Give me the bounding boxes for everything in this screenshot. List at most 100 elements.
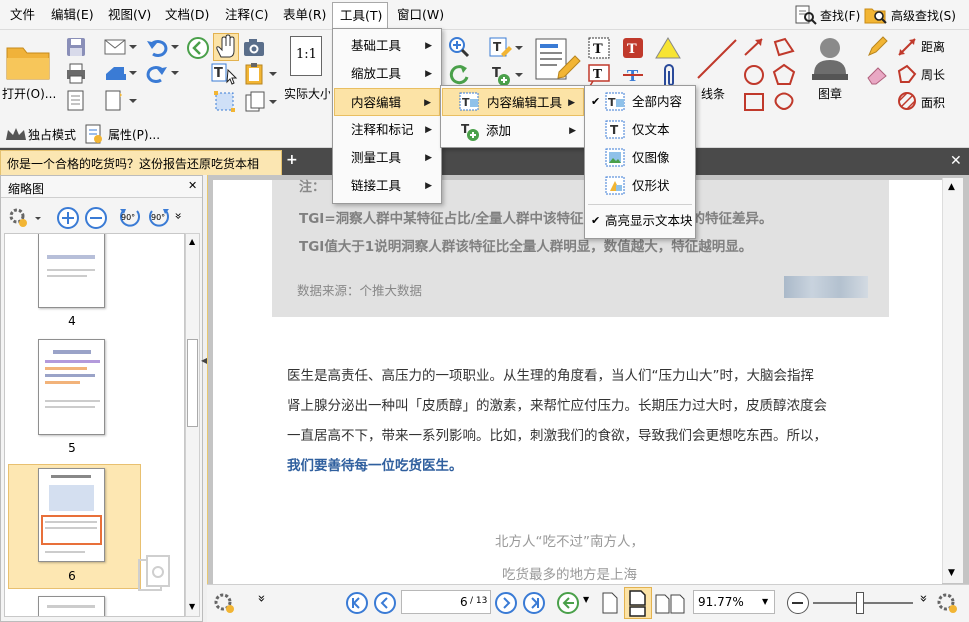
email-icon[interactable]: [103, 36, 137, 58]
nav-options-gear-icon[interactable]: [212, 591, 246, 617]
option-text-only[interactable]: T 仅文本: [586, 116, 694, 144]
thumbnail-page-4[interactable]: [38, 234, 105, 308]
menu-file[interactable]: 文件: [10, 6, 35, 23]
thumbnail-page-6[interactable]: [38, 468, 105, 562]
actual-size-label[interactable]: 实际大小: [284, 85, 330, 102]
exclusive-mode-button[interactable]: 独占模式: [28, 126, 76, 143]
textbox-icon[interactable]: T: [587, 36, 611, 60]
previous-view-button[interactable]: [557, 592, 579, 614]
first-page-button[interactable]: [346, 592, 368, 614]
thumbnail-close-icon[interactable]: ✕: [188, 179, 197, 192]
content-edit-add-item[interactable]: T 添加 ▶: [442, 117, 584, 145]
last-page-button[interactable]: [523, 592, 545, 614]
tools-menu-content-edit[interactable]: 内容编辑 ▶: [334, 88, 440, 116]
select-text-icon[interactable]: T: [210, 62, 238, 86]
undo-icon[interactable]: [145, 36, 179, 58]
open-folder-icon[interactable]: [4, 40, 54, 84]
single-page-icon[interactable]: [600, 591, 620, 615]
stamp-icon[interactable]: [806, 34, 854, 84]
previous-page-button[interactable]: [374, 592, 396, 614]
scroll-down-arrow-icon[interactable]: ▼: [189, 602, 195, 611]
menu-form[interactable]: 表单(R): [283, 6, 326, 23]
tools-menu-basic[interactable]: 基础工具 ▶: [334, 32, 440, 60]
pencil-icon[interactable]: [866, 36, 888, 58]
continuous-page-button[interactable]: [624, 587, 652, 619]
zoom-slider-thumb[interactable]: [856, 592, 864, 614]
rotate-right-thumbnail-button[interactable]: 90°: [147, 206, 171, 230]
typewriter-icon[interactable]: T: [621, 36, 645, 60]
menu-edit[interactable]: 编辑(E): [51, 6, 94, 23]
clipboard-icon[interactable]: [243, 62, 277, 86]
doc-scroll-down-icon[interactable]: ▼: [948, 568, 955, 578]
edit-text-object-icon[interactable]: T: [487, 36, 523, 60]
option-all-content[interactable]: ✔ T 全部内容: [586, 88, 694, 116]
open-label[interactable]: 打开(O)...: [2, 85, 56, 102]
content-edit-tools-item[interactable]: T 内容编辑工具 ▶: [442, 88, 584, 116]
thumbnail-page-5[interactable]: [38, 339, 105, 435]
zoom-in-thumbnails-icon[interactable]: [56, 206, 80, 230]
doc-scroll-up-icon[interactable]: ▲: [948, 182, 955, 192]
option-image-only[interactable]: 仅图像: [586, 144, 694, 172]
settings-gear-icon[interactable]: [935, 591, 963, 617]
zoom-in-icon[interactable]: [447, 36, 471, 58]
menu-comment[interactable]: 注释(C): [225, 6, 268, 23]
select-area-icon[interactable]: [213, 90, 237, 114]
thumbnail-scroll-thumb[interactable]: [187, 339, 198, 427]
typewriter-edit-icon[interactable]: [533, 36, 581, 82]
distance-label[interactable]: 距离: [921, 38, 945, 55]
stamp-label[interactable]: 图章: [818, 85, 842, 102]
close-document-icon[interactable]: ✕: [950, 153, 962, 169]
redo-icon[interactable]: [145, 62, 179, 84]
rotate-icon[interactable]: [447, 63, 471, 85]
back-circle-icon[interactable]: [186, 36, 210, 60]
rectangle-tool-icon[interactable]: [742, 90, 766, 114]
tools-menu-measure[interactable]: 测量工具 ▶: [334, 144, 440, 172]
document-vertical-scrollbar[interactable]: ▲ ▼: [942, 178, 963, 583]
rotate-left-thumbnail-button[interactable]: 90°: [118, 206, 142, 230]
hand-tool-button[interactable]: [213, 33, 239, 61]
actual-size-button[interactable]: 1:1: [290, 36, 322, 76]
save-icon[interactable]: [65, 36, 87, 58]
menu-view[interactable]: 视图(V): [108, 6, 151, 23]
arrow-tool-icon[interactable]: [742, 36, 766, 58]
document-icon[interactable]: [65, 90, 87, 112]
pentagon-tool-icon[interactable]: [772, 63, 796, 87]
tools-menu-zoom[interactable]: 缩放工具 ▶: [334, 60, 440, 88]
page-number-input[interactable]: 6 / 13: [401, 590, 491, 614]
zoom-more-icon[interactable]: »: [915, 595, 930, 603]
perimeter-icon[interactable]: [896, 63, 918, 85]
advanced-find-button[interactable]: 高级查找(S): [864, 5, 956, 25]
properties-button[interactable]: 属性(P)...: [108, 126, 160, 143]
new-document-icon[interactable]: [103, 90, 137, 112]
menu-window[interactable]: 窗口(W): [397, 6, 444, 23]
thumbnail-options-gear-icon[interactable]: [7, 206, 43, 230]
distance-icon[interactable]: [896, 36, 918, 58]
triangle-shape-icon[interactable]: [654, 36, 682, 60]
line-tool-icon[interactable]: [692, 36, 740, 82]
ellipse-tool-icon[interactable]: [742, 63, 766, 87]
new-tab-plus-icon[interactable]: +: [286, 153, 298, 167]
menu-tools[interactable]: 工具(T): [332, 2, 388, 29]
perimeter-label[interactable]: 周长: [921, 66, 945, 83]
find-button[interactable]: 查找(F): [795, 5, 860, 25]
strikeout-text-icon[interactable]: T: [621, 63, 645, 87]
lines-label[interactable]: 线条: [701, 85, 725, 102]
scan-icon[interactable]: [103, 62, 137, 84]
thumbnail-more-icon[interactable]: »: [172, 212, 186, 219]
zoom-out-button[interactable]: [787, 592, 809, 614]
thumbnail-scrollbar[interactable]: ▲ ▼: [185, 233, 200, 617]
menu-document[interactable]: 文档(D): [165, 6, 209, 23]
area-icon[interactable]: [896, 90, 918, 112]
option-shape-only[interactable]: 仅形状: [586, 172, 694, 200]
pages-icon[interactable]: [243, 90, 277, 114]
cloud-tool-icon[interactable]: [772, 90, 796, 114]
scroll-up-arrow-icon[interactable]: ▲: [189, 237, 195, 246]
tools-menu-comment-markup[interactable]: 注释和标记 ▶: [334, 116, 440, 144]
area-label[interactable]: 面积: [921, 94, 945, 111]
eraser-icon[interactable]: [866, 63, 888, 85]
thumbnail-list[interactable]: 4 5 6: [4, 233, 185, 617]
callout-icon[interactable]: T: [587, 63, 611, 87]
document-tab[interactable]: 你是一个合格的吃货吗？这份报告还原吃货本相: [0, 150, 282, 175]
previous-view-dropdown-icon[interactable]: ▼: [583, 595, 589, 604]
tools-menu-link[interactable]: 链接工具 ▶: [334, 172, 440, 200]
